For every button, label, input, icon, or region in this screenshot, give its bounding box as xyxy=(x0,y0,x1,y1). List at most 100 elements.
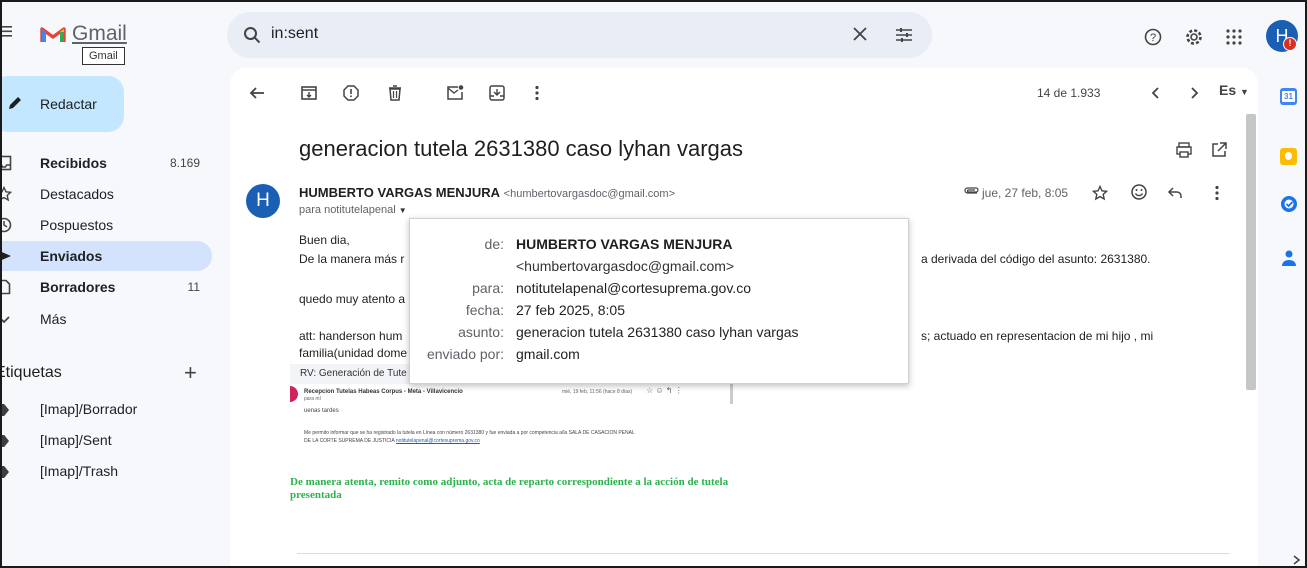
help-icon[interactable]: ? xyxy=(1144,28,1162,46)
embedded-scrollbar xyxy=(730,384,733,404)
popup-row-from: de: HUMBERTO VARGAS MENJURA xyxy=(410,233,908,255)
language-selector[interactable]: Es ▼ xyxy=(1219,82,1249,98)
draft-icon xyxy=(2,279,11,295)
report-spam-icon[interactable] xyxy=(342,84,360,102)
account-avatar[interactable]: H ! xyxy=(1266,20,1298,52)
body-line1-end: a derivada del código del asunto: 263138… xyxy=(921,252,1151,266)
pagination-text: 14 de 1.933 xyxy=(1037,86,1101,100)
embedded-date: mié, 19 feb, 11:56 (hace 8 días) xyxy=(562,389,633,395)
sidebar-item-count: 8.169 xyxy=(169,156,200,170)
language-label: Es xyxy=(1219,82,1237,98)
back-arrow-icon[interactable] xyxy=(248,84,266,102)
emoji-react-icon[interactable] xyxy=(1130,183,1148,201)
body-line3-end: s; actuado en representacion de mi hijo … xyxy=(921,329,1154,343)
label-item-sent[interactable]: [Imap]/Sent xyxy=(2,425,212,455)
sidebar-item-drafts[interactable]: Borradores 11 xyxy=(2,272,212,302)
sidebar-item-label: Borradores xyxy=(40,279,116,295)
keep-app-icon[interactable] xyxy=(1280,148,1297,165)
chevron-down-icon xyxy=(2,316,10,324)
search-icon[interactable] xyxy=(243,26,261,44)
sidebar-item-label: Enviados xyxy=(40,248,103,264)
recipient-toggle[interactable]: para notitutelapenal ▼ xyxy=(299,204,407,216)
embedded-line1: Me permito informar que se ha registrado… xyxy=(304,430,635,436)
embedded-avatar xyxy=(290,386,298,402)
popup-subject-label: asunto: xyxy=(458,324,504,340)
popup-row-sent-by: enviado por: gmail.com xyxy=(410,343,908,365)
label-icon xyxy=(2,435,9,447)
embedded-sender: Recepcion Tutelas Habeas Corpus - Meta -… xyxy=(304,389,463,395)
label-item-label: [Imap]/Trash xyxy=(40,463,119,479)
embedded-link: notitutelapenal@cortesuprema.gov.co xyxy=(395,438,480,444)
popup-to-value: notitutelapenal@cortesuprema.gov.co xyxy=(516,280,751,296)
move-to-icon[interactable] xyxy=(488,84,506,102)
chevron-right-icon[interactable] xyxy=(1188,86,1200,100)
reply-icon[interactable] xyxy=(1167,185,1183,201)
vertical-scrollbar[interactable] xyxy=(1246,114,1256,390)
chevron-left-icon[interactable] xyxy=(1150,86,1162,100)
popup-to-label: para: xyxy=(472,280,504,296)
pencil-icon xyxy=(9,97,21,109)
email-subject: generacion tutela 2631380 caso lyhan var… xyxy=(299,136,743,161)
compose-button[interactable]: Redactar xyxy=(2,76,124,132)
sidebar-item-sent[interactable]: Enviados xyxy=(2,241,212,271)
add-label-icon[interactable]: + xyxy=(184,360,197,386)
popup-row-date: fecha: 27 feb 2025, 8:05 xyxy=(410,299,908,321)
label-item-borrador[interactable]: [Imap]/Borrador xyxy=(2,394,212,424)
open-new-window-icon[interactable] xyxy=(1210,141,1228,159)
gmail-tooltip: Gmail xyxy=(82,47,125,65)
gmail-window: Gmail Gmail in:sent ? H ! Redactar Recib… xyxy=(0,0,1307,568)
contacts-app-icon[interactable] xyxy=(1281,249,1297,267)
menu-icon xyxy=(2,26,12,37)
sender-line: HUMBERTO VARGAS MENJURA <humbertovargasd… xyxy=(299,185,675,200)
embedded-header-text: RV: Generación de Tute xyxy=(300,368,407,379)
expand-side-panel-icon[interactable] xyxy=(1291,554,1301,566)
search-input[interactable]: in:sent xyxy=(271,25,318,43)
calendar-day: 31 xyxy=(1282,91,1295,102)
mark-unread-icon[interactable] xyxy=(446,84,464,102)
search-options-icon[interactable] xyxy=(895,26,913,44)
star-icon[interactable] xyxy=(1092,185,1108,201)
sender-name[interactable]: HUMBERTO VARGAS MENJURA xyxy=(299,185,500,200)
settings-gear-icon[interactable] xyxy=(1184,27,1204,47)
calendar-app-icon[interactable]: 31 xyxy=(1280,88,1297,105)
send-icon xyxy=(2,252,11,260)
sidebar-item-starred[interactable]: Destacados xyxy=(2,179,212,209)
main-menu-button[interactable] xyxy=(2,24,12,38)
label-item-trash[interactable]: [Imap]/Trash xyxy=(2,456,212,486)
labels-heading: Etiquetas + xyxy=(2,360,212,386)
label-item-label: [Imap]/Borrador xyxy=(40,401,138,417)
body-line4: familia(unidad dome xyxy=(299,346,408,360)
label-icon xyxy=(2,404,9,416)
label-item-label: [Imap]/Sent xyxy=(40,432,112,448)
tasks-app-icon[interactable] xyxy=(1280,195,1298,213)
body-greeting: Buen dia, xyxy=(299,233,350,247)
body-line2: quedo muy atento a xyxy=(299,292,406,306)
sender-initial: H xyxy=(256,190,270,211)
sidebar-item-inbox[interactable]: Recibidos 8.169 xyxy=(2,148,212,178)
recipient-line: para notitutelapenal xyxy=(299,204,396,216)
popup-from-name: HUMBERTO VARGAS MENJURA xyxy=(516,236,733,252)
delete-trash-icon[interactable] xyxy=(386,84,404,102)
embedded-icons: ☆ ☺ ↰ ⋮ xyxy=(646,386,683,395)
archive-icon[interactable] xyxy=(300,84,318,102)
email-date: jue, 27 feb, 8:05 xyxy=(982,186,1069,200)
embedded-greeting: uenas tardes xyxy=(304,408,339,414)
search-bar[interactable]: in:sent xyxy=(227,12,932,58)
popup-sent-by-value: gmail.com xyxy=(516,346,580,362)
sidebar-item-count: 11 xyxy=(187,280,200,294)
more-vert-icon[interactable] xyxy=(528,84,546,102)
gmail-m-icon xyxy=(40,27,66,42)
popup-row-to: para: notitutelapenal@cortesuprema.gov.c… xyxy=(410,277,908,299)
gmail-logo[interactable]: Gmail xyxy=(40,22,140,50)
clear-search-icon[interactable] xyxy=(853,27,867,41)
apps-grid-icon[interactable] xyxy=(1226,29,1242,45)
embedded-line2: DE LA CORTE SUPREMA DE JUSTICIA notitute… xyxy=(304,438,480,444)
sidebar-item-more[interactable]: Más xyxy=(2,304,212,334)
body-line3-start: att: handerson hum xyxy=(299,329,403,343)
sidebar-item-label: Recibidos xyxy=(40,155,107,171)
sidebar-item-snoozed[interactable]: Pospuestos xyxy=(2,210,212,240)
print-icon[interactable] xyxy=(1175,141,1193,159)
inbox-icon xyxy=(2,155,12,171)
more-vert-icon[interactable] xyxy=(1208,184,1226,202)
svg-text:?: ? xyxy=(1150,32,1156,44)
